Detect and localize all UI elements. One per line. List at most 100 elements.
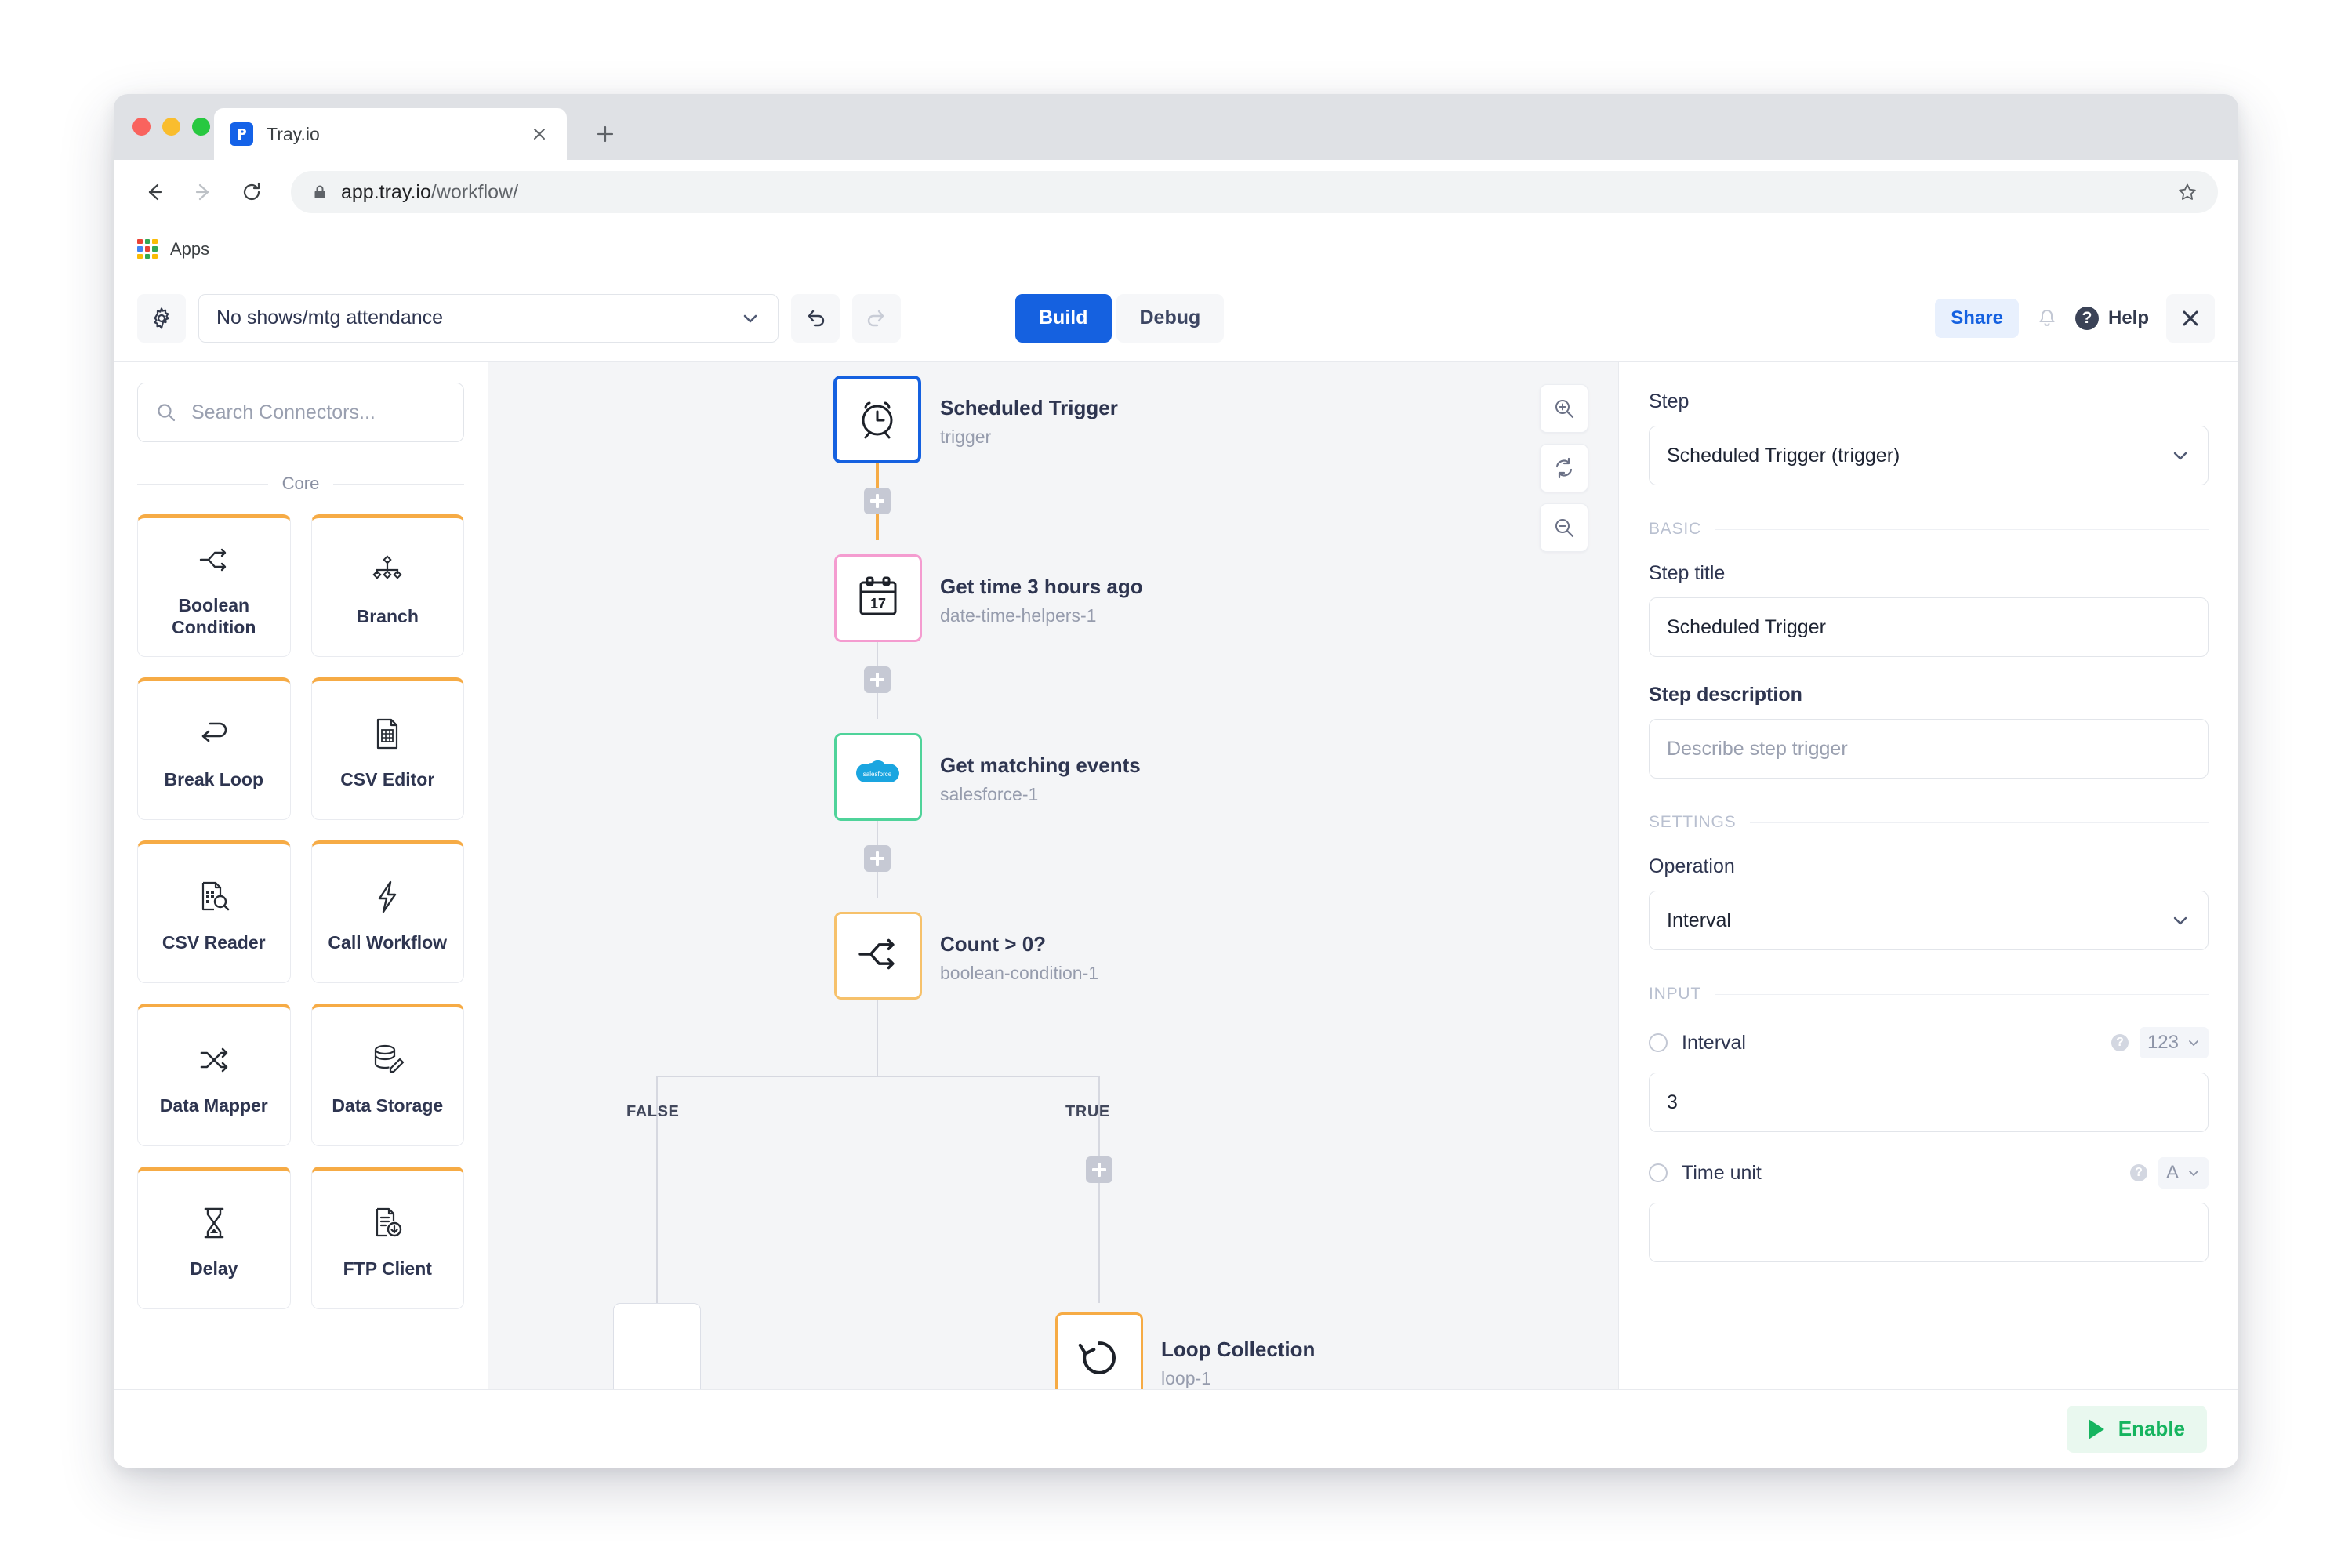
divider-line	[1715, 993, 2209, 995]
chevron-down-icon	[2170, 445, 2190, 466]
connectors-panel: Search Connectors... Core Boolean Condit…	[114, 362, 488, 1389]
workflow-node-get-matching-events[interactable]: salesforce	[834, 733, 922, 821]
workflow-node-label-salesforce: Get matching events salesforce-1	[940, 753, 1141, 807]
tab-debug[interactable]: Debug	[1116, 293, 1225, 343]
workflow-node-get-time-3-hours-ago[interactable]: 17	[834, 554, 922, 642]
node-subtitle: loop-1	[1161, 1367, 1211, 1388]
connector-card-ftp-client[interactable]: FTP Client	[310, 1167, 464, 1309]
workflow-node-scheduled-trigger[interactable]	[833, 376, 921, 463]
workflow-name-select[interactable]: No shows/mtg attendance	[198, 293, 779, 343]
workflow-name-value: No shows/mtg attendance	[216, 307, 444, 328]
interval-field-row: Interval ? 123	[1649, 1027, 2209, 1058]
ftp-client-icon	[369, 1200, 405, 1247]
workflow-node-false-branch-placeholder[interactable]	[613, 1303, 701, 1389]
step-select[interactable]: Scheduled Trigger (trigger)	[1649, 426, 2209, 485]
node-title: Get matching events	[940, 753, 1141, 777]
bookmark-apps-label[interactable]: Apps	[170, 239, 209, 260]
node-title: Loop Collection	[1161, 1338, 1316, 1361]
workflow-node-count-greater-than-zero[interactable]	[834, 912, 922, 1000]
workflow-node-label-get-time: Get time 3 hours ago date-time-helpers-1	[940, 574, 1143, 628]
tab-build[interactable]: Build	[1015, 293, 1112, 343]
operation-select[interactable]: Interval	[1649, 891, 2209, 950]
step-title-label: Step title	[1649, 562, 1726, 584]
node-title: Count > 0?	[940, 932, 1047, 956]
input-section-divider: INPUT	[1649, 985, 2209, 1004]
break-loop-icon	[196, 710, 232, 757]
step-title-input[interactable]: Scheduled Trigger	[1649, 597, 2209, 657]
connector-card-csv-reader[interactable]: CSV Reader	[137, 840, 291, 983]
type-badge-label: 123	[2147, 1032, 2179, 1053]
address-bar[interactable]: app.tray.io/workflow/	[291, 171, 2218, 213]
browser-window: Tray.io app.tray.io/workflow/ Apps No sh…	[114, 94, 2238, 1468]
apps-grid-icon[interactable]	[137, 238, 158, 260]
zoom-out-icon[interactable]	[1540, 503, 1588, 552]
connector-card-csv-editor[interactable]: CSV Editor	[310, 677, 464, 820]
close-window-button[interactable]	[132, 118, 151, 136]
connector-label: Boolean Condition	[172, 594, 256, 637]
workflow-toolbar: No shows/mtg attendance Build Debug Shar…	[114, 274, 2238, 362]
bookmark-star-icon[interactable]	[2177, 182, 2198, 202]
close-workflow-button[interactable]	[2166, 293, 2215, 343]
workflow-canvas[interactable]: FALSE TRUE Scheduled Trigger trigger 17 …	[488, 362, 1619, 1389]
workflow-node-loop-collection[interactable]	[1055, 1312, 1143, 1389]
interval-type-badge[interactable]: 123	[2139, 1027, 2209, 1058]
svg-text:17: 17	[870, 596, 886, 612]
bell-icon[interactable]	[2036, 307, 2058, 329]
connectors-grid: Boolean Condition Branch Break Loop CSV …	[137, 514, 464, 1309]
close-icon[interactable]	[528, 122, 551, 146]
enable-button[interactable]: Enable	[2066, 1405, 2207, 1453]
connector-label: CSV Reader	[162, 931, 266, 953]
new-tab-button[interactable]	[590, 119, 620, 149]
workflow-node-label-loop-collection: Loop Collection loop-1	[1161, 1337, 1315, 1389]
help-icon[interactable]: ?	[2111, 1034, 2129, 1051]
step-description-input[interactable]: Describe step trigger	[1649, 719, 2209, 779]
browser-navigation-bar: app.tray.io/workflow/	[114, 160, 2238, 224]
interval-radio[interactable]	[1649, 1033, 1668, 1052]
csv-editor-icon	[369, 710, 405, 757]
help-button[interactable]: ? Help	[2074, 306, 2149, 330]
gear-icon[interactable]	[137, 293, 186, 343]
add-step-button-1[interactable]	[864, 488, 891, 514]
canvas-zoom-controls	[1540, 384, 1588, 552]
redo-icon[interactable]	[852, 293, 901, 343]
time-unit-input[interactable]	[1649, 1203, 2209, 1262]
connector-card-boolean-condition[interactable]: Boolean Condition	[137, 514, 291, 657]
interval-input[interactable]: 3	[1649, 1073, 2209, 1132]
node-subtitle: boolean-condition-1	[940, 962, 1099, 983]
time-unit-radio[interactable]	[1649, 1163, 1668, 1182]
step-select-value: Scheduled Trigger (trigger)	[1667, 444, 1900, 466]
svg-text:salesforce: salesforce	[863, 771, 892, 778]
time-unit-field-row: Time unit ? A	[1649, 1157, 2209, 1189]
add-step-button-true-branch[interactable]	[1086, 1156, 1112, 1183]
maximize-window-button[interactable]	[192, 118, 210, 136]
branch-label-false: FALSE	[626, 1103, 680, 1120]
share-button[interactable]: Share	[1935, 298, 2019, 338]
node-subtitle: salesforce-1	[940, 783, 1039, 804]
add-step-button-3[interactable]	[864, 845, 891, 872]
lock-icon	[311, 183, 328, 201]
reset-zoom-icon[interactable]	[1540, 444, 1588, 492]
back-icon[interactable]	[134, 172, 175, 212]
connector-card-branch[interactable]: Branch	[310, 514, 464, 657]
step-description-placeholder: Describe step trigger	[1667, 737, 1848, 760]
connector-card-delay[interactable]: Delay	[137, 1167, 291, 1309]
connector-card-data-storage[interactable]: Data Storage	[310, 1004, 464, 1146]
connector-card-break-loop[interactable]: Break Loop	[137, 677, 291, 820]
help-label: Help	[2107, 307, 2149, 328]
node-subtitle: trigger	[940, 426, 992, 447]
basic-section-label: BASIC	[1649, 520, 1702, 538]
minimize-window-button[interactable]	[162, 118, 180, 136]
add-step-button-2[interactable]	[864, 666, 891, 693]
help-icon[interactable]: ?	[2129, 1164, 2147, 1181]
connector-card-data-mapper[interactable]: Data Mapper	[137, 1004, 291, 1146]
workflow-node-label-count-condition: Count > 0? boolean-condition-1	[940, 931, 1098, 985]
search-connectors-input[interactable]: Search Connectors...	[137, 383, 464, 442]
connector-card-call-workflow[interactable]: Call Workflow	[310, 840, 464, 983]
browser-tab[interactable]: Tray.io	[214, 108, 567, 160]
undo-icon[interactable]	[791, 293, 840, 343]
forward-icon[interactable]	[183, 172, 223, 212]
time-unit-type-badge[interactable]: A	[2158, 1157, 2209, 1189]
zoom-in-icon[interactable]	[1540, 384, 1588, 433]
basic-section-divider: BASIC	[1649, 520, 2209, 539]
reload-icon[interactable]	[231, 172, 272, 212]
